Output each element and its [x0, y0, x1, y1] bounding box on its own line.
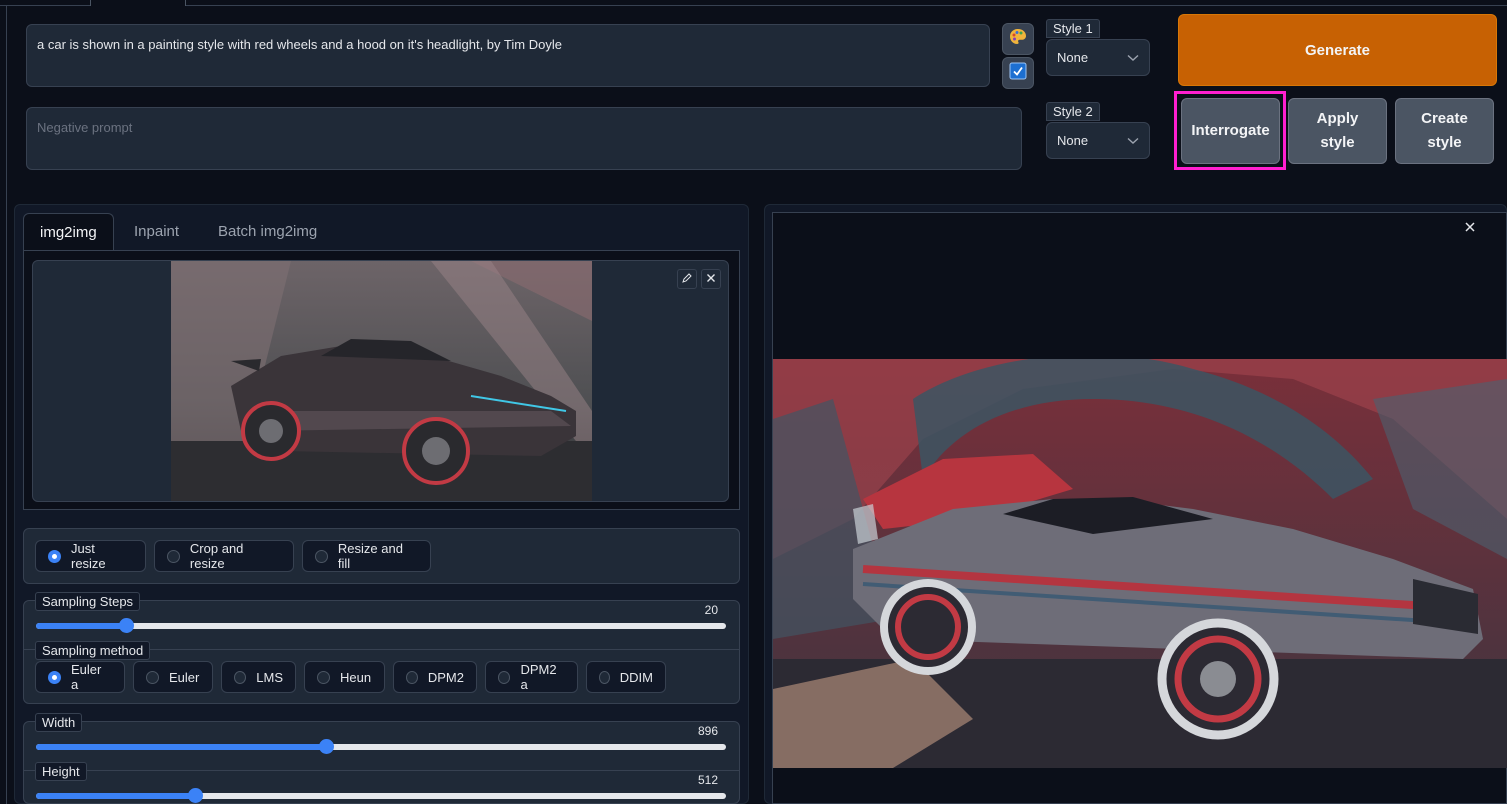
width-label: Width — [35, 713, 83, 732]
radio-dot — [317, 670, 330, 684]
radio-label: DDIM — [619, 669, 653, 685]
palette-button[interactable] — [1002, 23, 1034, 55]
radio-heun[interactable]: Heun — [304, 661, 385, 693]
tab-batch-img2img[interactable]: Batch img2img — [202, 213, 333, 249]
style1-value: None — [1057, 50, 1089, 65]
slider-handle[interactable] — [118, 618, 134, 633]
radio-label: Heun — [340, 669, 372, 685]
radio-label: Euler a — [70, 662, 102, 692]
palette-icon — [1008, 27, 1028, 52]
close-output-button[interactable] — [1464, 220, 1476, 238]
radio-euler-a[interactable]: Euler a — [35, 661, 125, 693]
input-image-dropzone[interactable] — [32, 260, 729, 502]
tab-bar: img2img Inpaint Batch img2img — [23, 213, 739, 250]
input-image — [171, 261, 592, 501]
height-value[interactable]: 512 — [658, 773, 718, 787]
radio-dpm2[interactable]: DPM2 — [393, 661, 477, 693]
width-value[interactable]: 896 — [658, 724, 718, 738]
sampling-steps-slider[interactable] — [36, 618, 726, 633]
radio-resize-and-fill[interactable]: Resize and fill — [302, 540, 431, 572]
generate-button[interactable]: Generate — [1178, 14, 1497, 86]
divider — [23, 770, 740, 771]
radio-label: Resize and fill — [337, 541, 403, 571]
output-image[interactable] — [773, 359, 1507, 768]
sampling-method-label: Sampling method — [35, 641, 151, 660]
radio-ddim[interactable]: DDIM — [586, 661, 666, 693]
height-slider[interactable] — [36, 788, 726, 803]
slider-fill — [36, 744, 326, 750]
radio-dot — [167, 549, 180, 563]
width-slider[interactable] — [36, 739, 726, 754]
slider-handle[interactable] — [318, 739, 334, 754]
radio-dot — [146, 670, 159, 684]
style2-label: Style 2 — [1046, 102, 1100, 121]
tab-img2img[interactable]: img2img — [23, 213, 114, 250]
style1-select[interactable]: None — [1046, 39, 1150, 76]
pencil-icon — [682, 272, 692, 286]
radio-crop-and-resize[interactable]: Crop and resize — [154, 540, 294, 572]
radio-dot — [406, 670, 418, 684]
apply-style-button[interactable]: Apply style — [1288, 98, 1387, 164]
chevron-down-icon — [1127, 133, 1139, 148]
top-tab-edge — [90, 0, 186, 6]
checkbox-button[interactable] — [1002, 57, 1034, 89]
frame-left-border — [6, 6, 7, 804]
radio-lms[interactable]: LMS — [221, 661, 296, 693]
radio-dot-selected — [48, 549, 61, 563]
prompt-input[interactable]: a car is shown in a painting style with … — [26, 24, 990, 87]
edit-image-button[interactable] — [677, 269, 697, 289]
radio-label: DPM2 a — [520, 662, 557, 692]
slider-fill — [36, 623, 126, 629]
radio-dot — [234, 670, 247, 684]
negative-prompt-input[interactable]: Negative prompt — [26, 107, 1022, 170]
radio-label: DPM2 — [427, 669, 464, 685]
radio-label: Crop and resize — [189, 541, 244, 571]
radio-dot — [599, 670, 610, 684]
close-icon — [1464, 220, 1476, 237]
radio-euler[interactable]: Euler — [133, 661, 213, 693]
style2-select[interactable]: None — [1046, 122, 1150, 159]
radio-dpm2-a[interactable]: DPM2 a — [485, 661, 578, 693]
interrogate-button[interactable]: Interrogate — [1181, 98, 1280, 164]
sampling-steps-value[interactable]: 20 — [658, 603, 718, 617]
close-icon — [706, 272, 716, 286]
radio-just-resize[interactable]: Just resize — [35, 540, 146, 572]
dimensions-group — [23, 721, 740, 804]
radio-dot — [498, 670, 511, 684]
radio-label: Just resize — [70, 541, 106, 571]
style2-value: None — [1057, 133, 1089, 148]
radio-label: LMS — [256, 669, 283, 685]
style1-label: Style 1 — [1046, 19, 1100, 38]
radio-dot — [315, 549, 328, 563]
slider-fill — [36, 793, 195, 799]
radio-dot-selected — [48, 670, 61, 684]
slider-handle[interactable] — [187, 788, 203, 803]
create-style-button[interactable]: Create style — [1395, 98, 1494, 164]
radio-label: Euler — [169, 669, 200, 685]
chevron-down-icon — [1127, 50, 1139, 65]
height-label: Height — [35, 762, 87, 781]
top-border — [0, 0, 1507, 6]
sampling-steps-label: Sampling Steps — [35, 592, 141, 611]
tab-inpaint[interactable]: Inpaint — [118, 213, 195, 249]
checkbox-icon — [1009, 62, 1027, 85]
clear-image-button[interactable] — [701, 269, 721, 289]
